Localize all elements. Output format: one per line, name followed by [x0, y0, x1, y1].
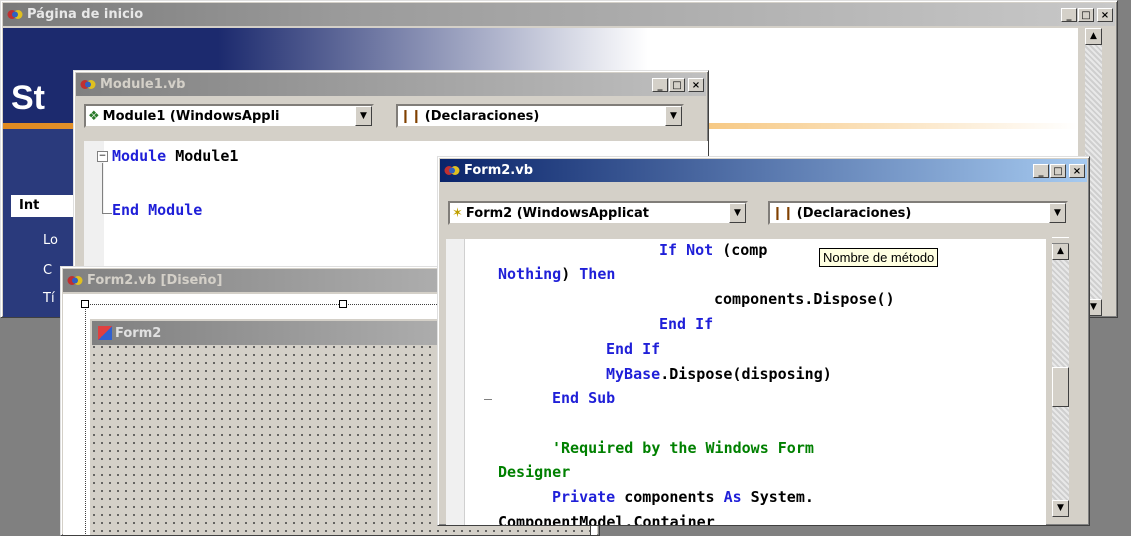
start-page-nav-item-3[interactable]: C	[43, 263, 52, 278]
method-name-combo[interactable]: ❙❙ (Declaraciones) ▼	[768, 201, 1068, 225]
scroll-up-button[interactable]: ▲	[1085, 28, 1102, 45]
code-line: If Not (comp	[659, 241, 768, 259]
class-icon: ❖	[88, 108, 100, 124]
class-combo-value: Module1 (WindowsAppli	[102, 108, 280, 124]
code-line: Nothing) Then	[498, 265, 616, 283]
code-line: 'Required by the Windows Form	[552, 439, 814, 457]
code-margin	[446, 239, 465, 525]
vb-logo-icon	[80, 80, 96, 89]
declarations-icon: ❙❙	[400, 108, 422, 124]
minimize-button[interactable]: _	[1033, 163, 1049, 178]
code-line: End If	[606, 340, 661, 358]
close-button[interactable]: ×	[688, 77, 704, 92]
start-page-title: Página de inicio	[27, 7, 144, 22]
form2-code-window: Form2.vb _ □ × ✶ Form2 (WindowsApplicat ▼…	[437, 156, 1090, 526]
declarations-icon: ❙❙	[772, 205, 794, 221]
scroll-up-button[interactable]: ▲	[1052, 243, 1069, 260]
module1-titlebar[interactable]: Module1.vb _ □ ×	[76, 73, 706, 96]
code-line: ComponentModel.Container	[498, 513, 715, 526]
module1-title: Module1.vb	[100, 77, 186, 92]
start-page-nav-item-1[interactable]: Int	[11, 195, 81, 217]
maximize-button[interactable]: □	[1050, 163, 1066, 178]
form-icon	[98, 326, 112, 340]
maximize-button[interactable]: □	[669, 77, 685, 92]
chevron-down-icon[interactable]: ▼	[729, 203, 746, 223]
code-line: components.Dispose()	[714, 290, 895, 308]
close-button[interactable]: ×	[1097, 7, 1113, 22]
class-name-combo[interactable]: ❖ Module1 (WindowsAppli ▼	[84, 104, 374, 128]
start-page-nav-item-2[interactable]: Lo	[43, 233, 58, 248]
code-line: Designer	[498, 463, 571, 481]
outline-marker	[484, 399, 492, 400]
form2-form-title: Form2	[115, 325, 162, 341]
splitter-bar[interactable]	[1052, 237, 1069, 244]
tooltip: Nombre de método	[819, 248, 939, 267]
outline-line	[102, 213, 112, 214]
method-combo-value: (Declaraciones)	[424, 108, 540, 124]
chevron-down-icon[interactable]: ▼	[1049, 203, 1066, 223]
code-line: End Module	[112, 201, 203, 219]
start-page-nav-item-4[interactable]: Tí	[43, 291, 55, 306]
minimize-button[interactable]: _	[1061, 7, 1077, 22]
start-page-heading: St	[11, 79, 45, 117]
code-line: Module Module1	[112, 147, 239, 165]
outline-collapse-icon[interactable]: −	[97, 151, 108, 162]
scroll-down-button[interactable]: ▼	[1052, 500, 1069, 517]
minimize-button[interactable]: _	[652, 77, 668, 92]
form2-code-title: Form2.vb	[464, 163, 534, 178]
form2-code-titlebar[interactable]: Form2.vb _ □ ×	[440, 159, 1087, 182]
code-line: End If	[659, 315, 714, 333]
class-combo-value: Form2 (WindowsApplicat	[465, 205, 649, 221]
method-combo-value: (Declaraciones)	[796, 205, 912, 221]
chevron-down-icon[interactable]: ▼	[355, 106, 372, 126]
code-line: End Sub	[552, 389, 616, 407]
vb-logo-icon	[7, 10, 23, 19]
start-page-titlebar[interactable]: Página de inicio _ □ ×	[3, 3, 1115, 26]
close-button[interactable]: ×	[1069, 163, 1085, 178]
code-line: Private components As System.	[552, 488, 814, 506]
vb-logo-icon	[67, 276, 83, 285]
chevron-down-icon[interactable]: ▼	[665, 106, 682, 126]
resize-handle[interactable]	[339, 300, 347, 308]
outline-line	[102, 163, 103, 213]
class-name-combo[interactable]: ✶ Form2 (WindowsApplicat ▼	[448, 201, 748, 225]
resize-handle[interactable]	[81, 300, 89, 308]
maximize-button[interactable]: □	[1078, 7, 1094, 22]
vb-logo-icon	[444, 166, 460, 175]
code-line: MyBase.Dispose(disposing)	[606, 365, 832, 383]
scroll-thumb[interactable]	[1052, 367, 1069, 407]
method-name-combo[interactable]: ❙❙ (Declaraciones) ▼	[396, 104, 684, 128]
form2-code-editor[interactable]: If Not (comp Nothing) Then components.Di…	[446, 239, 1046, 526]
class-icon: ✶	[452, 205, 463, 221]
form2-code-scrollbar[interactable]: ▲ ▼	[1052, 243, 1069, 517]
